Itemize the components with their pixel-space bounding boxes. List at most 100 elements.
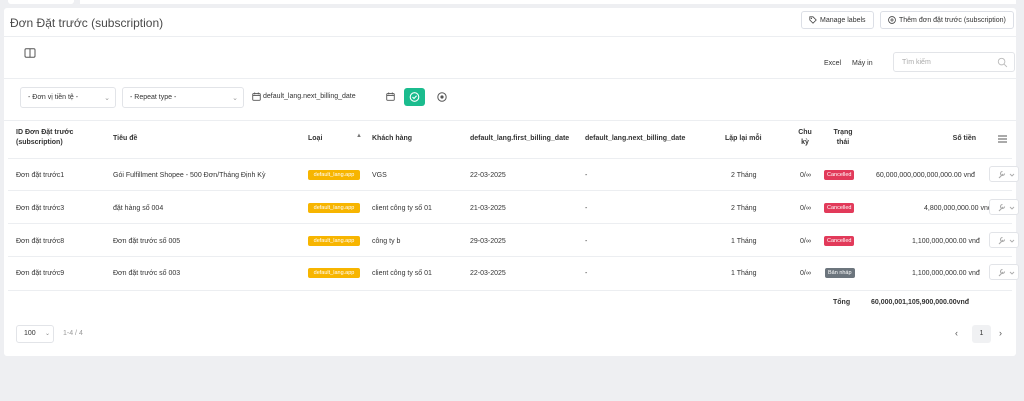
sort-asc-icon[interactable]: ▲ — [356, 133, 362, 139]
page-button-current[interactable]: 1 — [972, 325, 991, 343]
cell-next-billing: - — [585, 172, 588, 179]
repeat-type-filter[interactable]: - Repeat type - ⌄ — [122, 87, 244, 108]
cell-cycles: 0/∞ — [800, 205, 811, 212]
col-header-title[interactable]: Tiêu đề — [113, 134, 137, 144]
calendar-icon[interactable] — [252, 92, 261, 101]
page-size-select[interactable]: 100 ⌄ — [16, 325, 54, 343]
cell-next-billing: - — [585, 205, 588, 212]
next-page-icon[interactable]: › — [999, 328, 1002, 338]
plus-circle-icon — [888, 16, 896, 24]
cell-customer[interactable]: công ty b — [372, 238, 400, 245]
currency-filter[interactable]: - Đơn vị tiền tệ - ⌄ — [20, 87, 116, 108]
chevron-down-icon: ⌄ — [232, 95, 238, 102]
cell-first-billing: 22-03-2025 — [470, 270, 506, 277]
prev-page-icon[interactable]: ‹ — [955, 328, 958, 338]
cell-cycles: 0/∞ — [800, 172, 811, 179]
cell-title[interactable]: Đơn đặt trước số 005 — [113, 238, 180, 245]
chevron-down-icon: ⌄ — [104, 95, 110, 102]
header-divider — [4, 36, 1016, 37]
toolbar-divider — [4, 78, 1016, 79]
cell-cycles: 0/∞ — [800, 270, 811, 277]
cell-id[interactable]: Đơn đặt trước1 — [16, 172, 64, 179]
date-field-label[interactable]: default_lang.next_billing_date — [263, 93, 356, 100]
type-badge: default_lang.app — [308, 203, 360, 213]
cell-next-billing: - — [585, 270, 588, 277]
page-title: Đơn Đặt trước (subscription) — [10, 16, 164, 30]
manage-labels-label: Manage labels — [820, 16, 866, 24]
row-actions-button[interactable] — [989, 199, 1019, 215]
cell-first-billing: 22-03-2025 — [470, 172, 506, 179]
col-header-customer[interactable]: Khách hàng — [372, 134, 412, 144]
top-tab[interactable] — [8, 0, 74, 4]
col-header-first-billing[interactable]: default_lang.first_billing_date — [470, 134, 569, 144]
total-value: 60,000,001,105,900,000.00vnđ — [871, 299, 970, 306]
cell-amount: 1,100,000,000.00 vnđ — [912, 270, 980, 277]
repeat-type-filter-value: - Repeat type - — [130, 94, 177, 101]
row-actions-button[interactable] — [989, 232, 1019, 248]
col-header-type[interactable]: Loại — [308, 134, 322, 144]
col-header-next-billing[interactable]: default_lang.next_billing_date — [585, 134, 685, 144]
total-label: Tổng — [833, 299, 851, 306]
subscriptions-card: Đơn Đặt trước (subscription) Manage labe… — [4, 8, 1019, 356]
cell-amount: 1,100,000,000.00 vnđ — [912, 238, 980, 245]
check-circle-icon — [409, 92, 420, 102]
search-icon — [997, 57, 1008, 68]
row-divider — [8, 290, 1012, 291]
cell-customer[interactable]: VGS — [372, 172, 387, 179]
col-header-cycles[interactable]: Chu kỳ — [798, 128, 812, 148]
cell-id[interactable]: Đơn đặt trước8 — [16, 238, 64, 245]
cell-title[interactable]: Gói Fulfillment Shopee - 500 Đơn/Tháng Đ… — [113, 172, 265, 179]
status-badge: Cancelled — [824, 236, 855, 246]
wrench-icon — [998, 170, 1015, 179]
apply-filter-button[interactable] — [404, 88, 425, 106]
pagination-info: 1-4 / 4 — [63, 330, 83, 337]
cell-title[interactable]: đặt hàng số 004 — [113, 205, 163, 212]
cell-first-billing: 21-03-2025 — [470, 205, 506, 212]
cell-customer[interactable]: client công ty số 01 — [372, 205, 432, 212]
wrench-icon — [998, 236, 1015, 245]
type-badge: default_lang.app — [308, 236, 360, 246]
col-header-repeat[interactable]: Lặp lại mỗi — [725, 134, 762, 144]
filters-divider — [4, 120, 1016, 121]
row-actions-button[interactable] — [989, 166, 1019, 182]
calendar-icon[interactable] — [386, 92, 395, 101]
col-header-amount[interactable]: Số tiền — [922, 134, 976, 144]
search-input[interactable]: Tìm kiếm — [893, 52, 1015, 72]
search-placeholder: Tìm kiếm — [902, 59, 931, 66]
add-subscription-label: Thêm đơn đặt trước (subscription) — [899, 16, 1006, 24]
row-divider — [8, 158, 1012, 159]
status-badge: Cancelled — [824, 203, 855, 213]
status-badge: Bản nháp — [825, 268, 855, 278]
row-actions-button[interactable] — [989, 264, 1019, 280]
add-subscription-button[interactable]: Thêm đơn đặt trước (subscription) — [880, 11, 1014, 29]
cell-customer[interactable]: client công ty số 01 — [372, 270, 432, 277]
cell-title[interactable]: Đơn đặt trước số 003 — [113, 270, 180, 277]
cell-id[interactable]: Đơn đặt trước9 — [16, 270, 64, 277]
columns-toggle-icon[interactable] — [24, 48, 36, 58]
col-header-status[interactable]: Trạng thái — [827, 128, 859, 148]
top-bar — [0, 0, 1024, 7]
status-badge: Cancelled — [824, 170, 855, 180]
cell-amount: 60,000,000,000,000,000.00 vnđ — [876, 172, 975, 179]
cell-repeat: 1 Tháng — [731, 238, 757, 245]
top-strip — [80, 0, 1016, 4]
tag-icon — [809, 16, 817, 24]
menu-icon[interactable] — [998, 135, 1007, 143]
row-divider — [8, 256, 1012, 257]
cell-first-billing: 29-03-2025 — [470, 238, 506, 245]
excel-export-button[interactable]: Excel — [824, 60, 841, 67]
manage-labels-button[interactable]: Manage labels — [801, 11, 874, 29]
col-header-id[interactable]: ID Đơn Đặt trước (subscription) — [16, 128, 108, 148]
wrench-icon — [998, 268, 1015, 277]
cell-repeat: 2 Tháng — [731, 205, 757, 212]
row-divider — [8, 190, 1012, 191]
cell-id[interactable]: Đơn đặt trước3 — [16, 205, 64, 212]
cell-amount: 4,800,000,000.00 vnđ — [924, 205, 992, 212]
type-badge: default_lang.app — [308, 170, 360, 180]
wrench-icon — [998, 203, 1015, 212]
print-button[interactable]: Máy in — [852, 60, 873, 67]
clear-filter-icon[interactable] — [437, 92, 447, 102]
cell-repeat: 2 Tháng — [731, 172, 757, 179]
page-size-value: 100 — [24, 330, 36, 337]
cell-repeat: 1 Tháng — [731, 270, 757, 277]
